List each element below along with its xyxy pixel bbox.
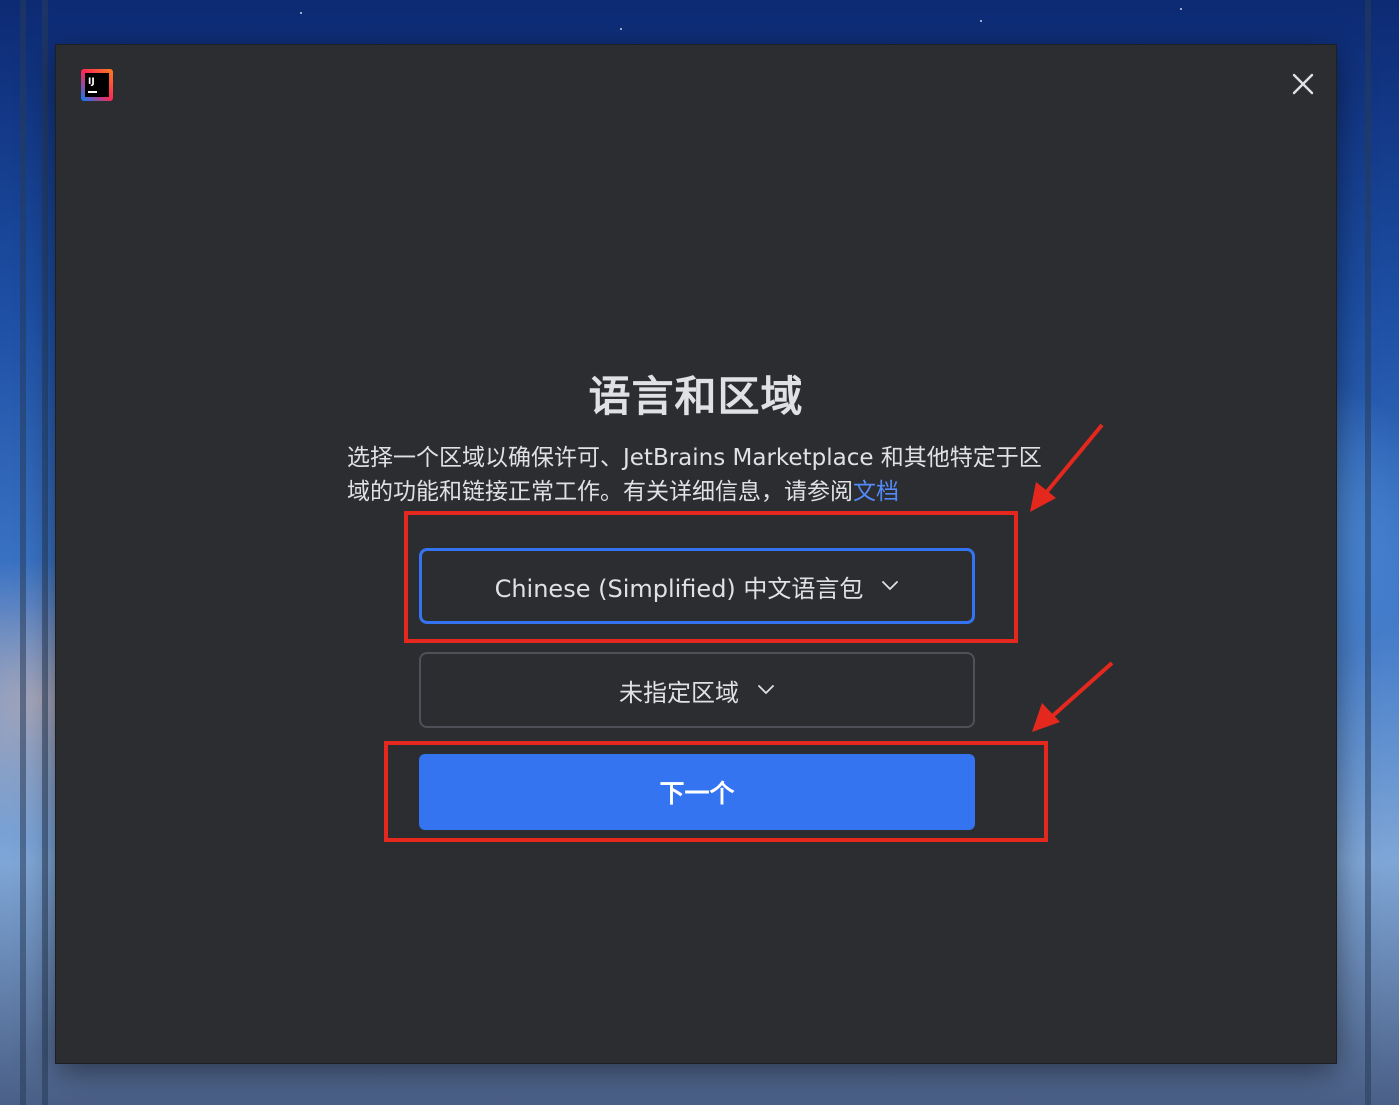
close-button[interactable]	[1288, 69, 1318, 99]
wallpaper-star	[620, 28, 622, 30]
dialog-description: 选择一个区域以确保许可、JetBrains Marketplace 和其他特定于…	[347, 441, 1047, 509]
language-region-dialog: IJ 语言和区域 选择一个区域以确保许可、JetBrains Marketpla…	[56, 45, 1336, 1063]
intellij-logo-icon: IJ	[81, 69, 113, 101]
language-select[interactable]: Chinese (Simplified) 中文语言包	[419, 548, 975, 624]
wallpaper-star	[300, 12, 302, 14]
wallpaper-pole	[42, 0, 48, 1105]
chevron-down-icon	[881, 580, 899, 592]
dialog-title: 语言和区域	[588, 372, 804, 421]
docs-link[interactable]: 文档	[853, 479, 899, 505]
wallpaper-pole	[1365, 0, 1371, 1105]
region-select[interactable]: 未指定区域	[419, 652, 975, 728]
wallpaper-pole	[20, 0, 26, 1105]
description-text: 选择一个区域以确保许可、JetBrains Marketplace 和其他特定于…	[347, 445, 1042, 505]
region-select-value: 未指定区域	[619, 678, 739, 707]
language-select-value: Chinese (Simplified) 中文语言包	[494, 574, 864, 603]
close-icon	[1292, 73, 1314, 95]
logo-text: IJ	[88, 77, 95, 87]
wallpaper-star	[1180, 8, 1182, 10]
wallpaper-star	[980, 20, 982, 22]
chevron-down-icon	[757, 684, 775, 696]
next-button[interactable]: 下一个	[419, 754, 975, 830]
